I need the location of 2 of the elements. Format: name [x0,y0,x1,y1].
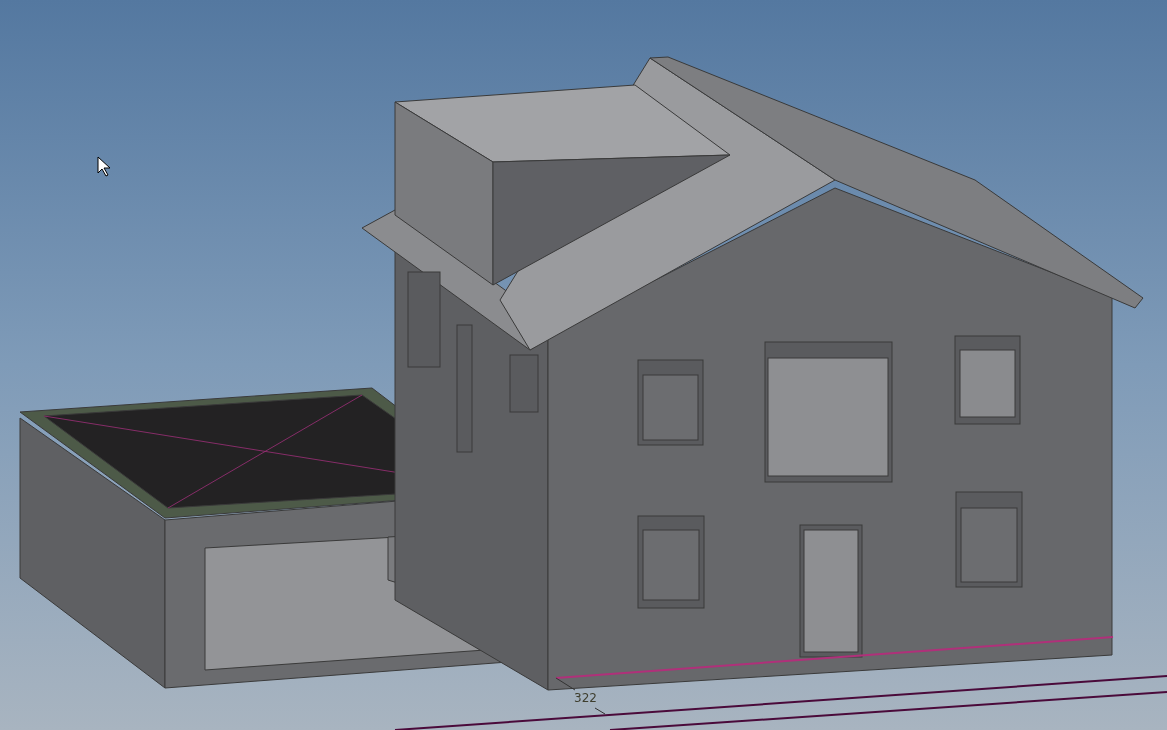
cursor-icon [97,156,111,177]
dimension-label: 322 [574,692,597,704]
